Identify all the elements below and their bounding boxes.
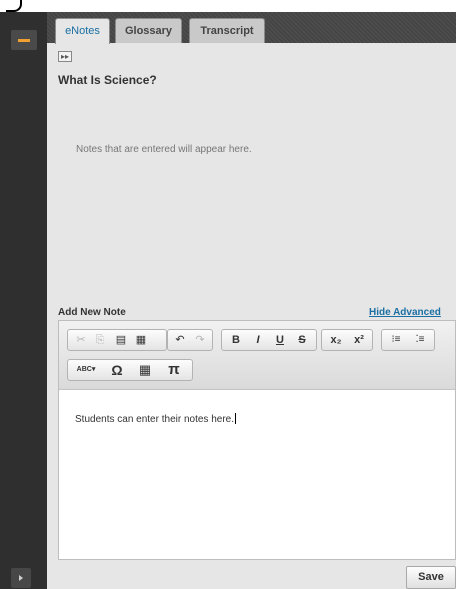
collapse-panel-button[interactable] xyxy=(11,30,37,50)
add-note-label: Add New Note xyxy=(58,307,126,318)
history-group: ↶ ↷ xyxy=(167,329,213,351)
script-group: x₂ x² xyxy=(321,329,373,351)
bulleted-list-icon[interactable]: ⁚≡ xyxy=(409,331,431,349)
insert-group: ABC▾ Ω ▦ π xyxy=(67,359,193,381)
editor-content[interactable]: Students can enter their notes here. xyxy=(75,413,236,425)
copy-icon[interactable]: ⎘ xyxy=(91,331,109,349)
numbered-list-icon[interactable]: ⁝≡ xyxy=(385,331,407,349)
play-arrow-icon xyxy=(19,575,23,581)
format-group: B I U S xyxy=(221,329,317,351)
section-title: What Is Science? xyxy=(58,73,157,87)
list-group: ⁝≡ ⁚≡ xyxy=(381,329,435,351)
partial-glyph xyxy=(6,0,22,12)
bold-icon[interactable]: B xyxy=(226,331,246,349)
subscript-icon[interactable]: x₂ xyxy=(325,331,347,349)
tab-bar: eNotes Glossary Transcript xyxy=(47,12,456,44)
tab-enotes[interactable]: eNotes xyxy=(55,18,110,44)
underline-icon[interactable]: U xyxy=(270,331,290,349)
expand-panel-button[interactable] xyxy=(11,568,31,588)
editor-toolbar: ✂ ⎘ ▤ ▦ ↶ ↷ B I U S x₂ x² ⁝≡ ⁚≡ ABC▾ Ω ▦… xyxy=(59,321,455,390)
pi-icon[interactable]: π xyxy=(162,361,186,379)
paste-word-icon[interactable]: ▦ xyxy=(132,331,150,349)
note-editor[interactable]: ✂ ⎘ ▤ ▦ ↶ ↷ B I U S x₂ x² ⁝≡ ⁚≡ ABC▾ Ω ▦… xyxy=(58,320,456,560)
tab-glossary[interactable]: Glossary xyxy=(115,18,182,43)
save-button[interactable]: Save xyxy=(406,566,456,589)
left-rail xyxy=(0,12,47,589)
editor-text: Students can enter their notes here. xyxy=(75,414,234,425)
minus-icon xyxy=(18,39,30,42)
strikethrough-icon[interactable]: S xyxy=(292,331,312,349)
notes-panel: eNotes Glossary Transcript ▸▸ What Is Sc… xyxy=(47,12,456,589)
superscript-icon[interactable]: x² xyxy=(348,331,370,349)
table-icon[interactable]: ▦ xyxy=(133,361,157,379)
tab-transcript[interactable]: Transcript xyxy=(189,18,265,43)
undo-icon[interactable]: ↶ xyxy=(171,331,189,349)
special-char-icon[interactable]: Ω xyxy=(105,361,129,379)
redo-icon[interactable]: ↷ xyxy=(191,331,209,349)
cut-icon[interactable]: ✂ xyxy=(72,331,90,349)
paste-icon[interactable]: ▤ xyxy=(112,331,130,349)
text-cursor xyxy=(235,413,236,424)
hide-advanced-link[interactable]: Hide Advanced xyxy=(369,307,441,318)
spellcheck-icon[interactable]: ABC▾ xyxy=(70,361,102,379)
expand-icon[interactable]: ▸▸ xyxy=(58,51,72,62)
italic-icon[interactable]: I xyxy=(248,331,268,349)
notes-placeholder: Notes that are entered will appear here. xyxy=(76,144,252,155)
clipboard-group: ✂ ⎘ ▤ ▦ xyxy=(67,329,167,351)
